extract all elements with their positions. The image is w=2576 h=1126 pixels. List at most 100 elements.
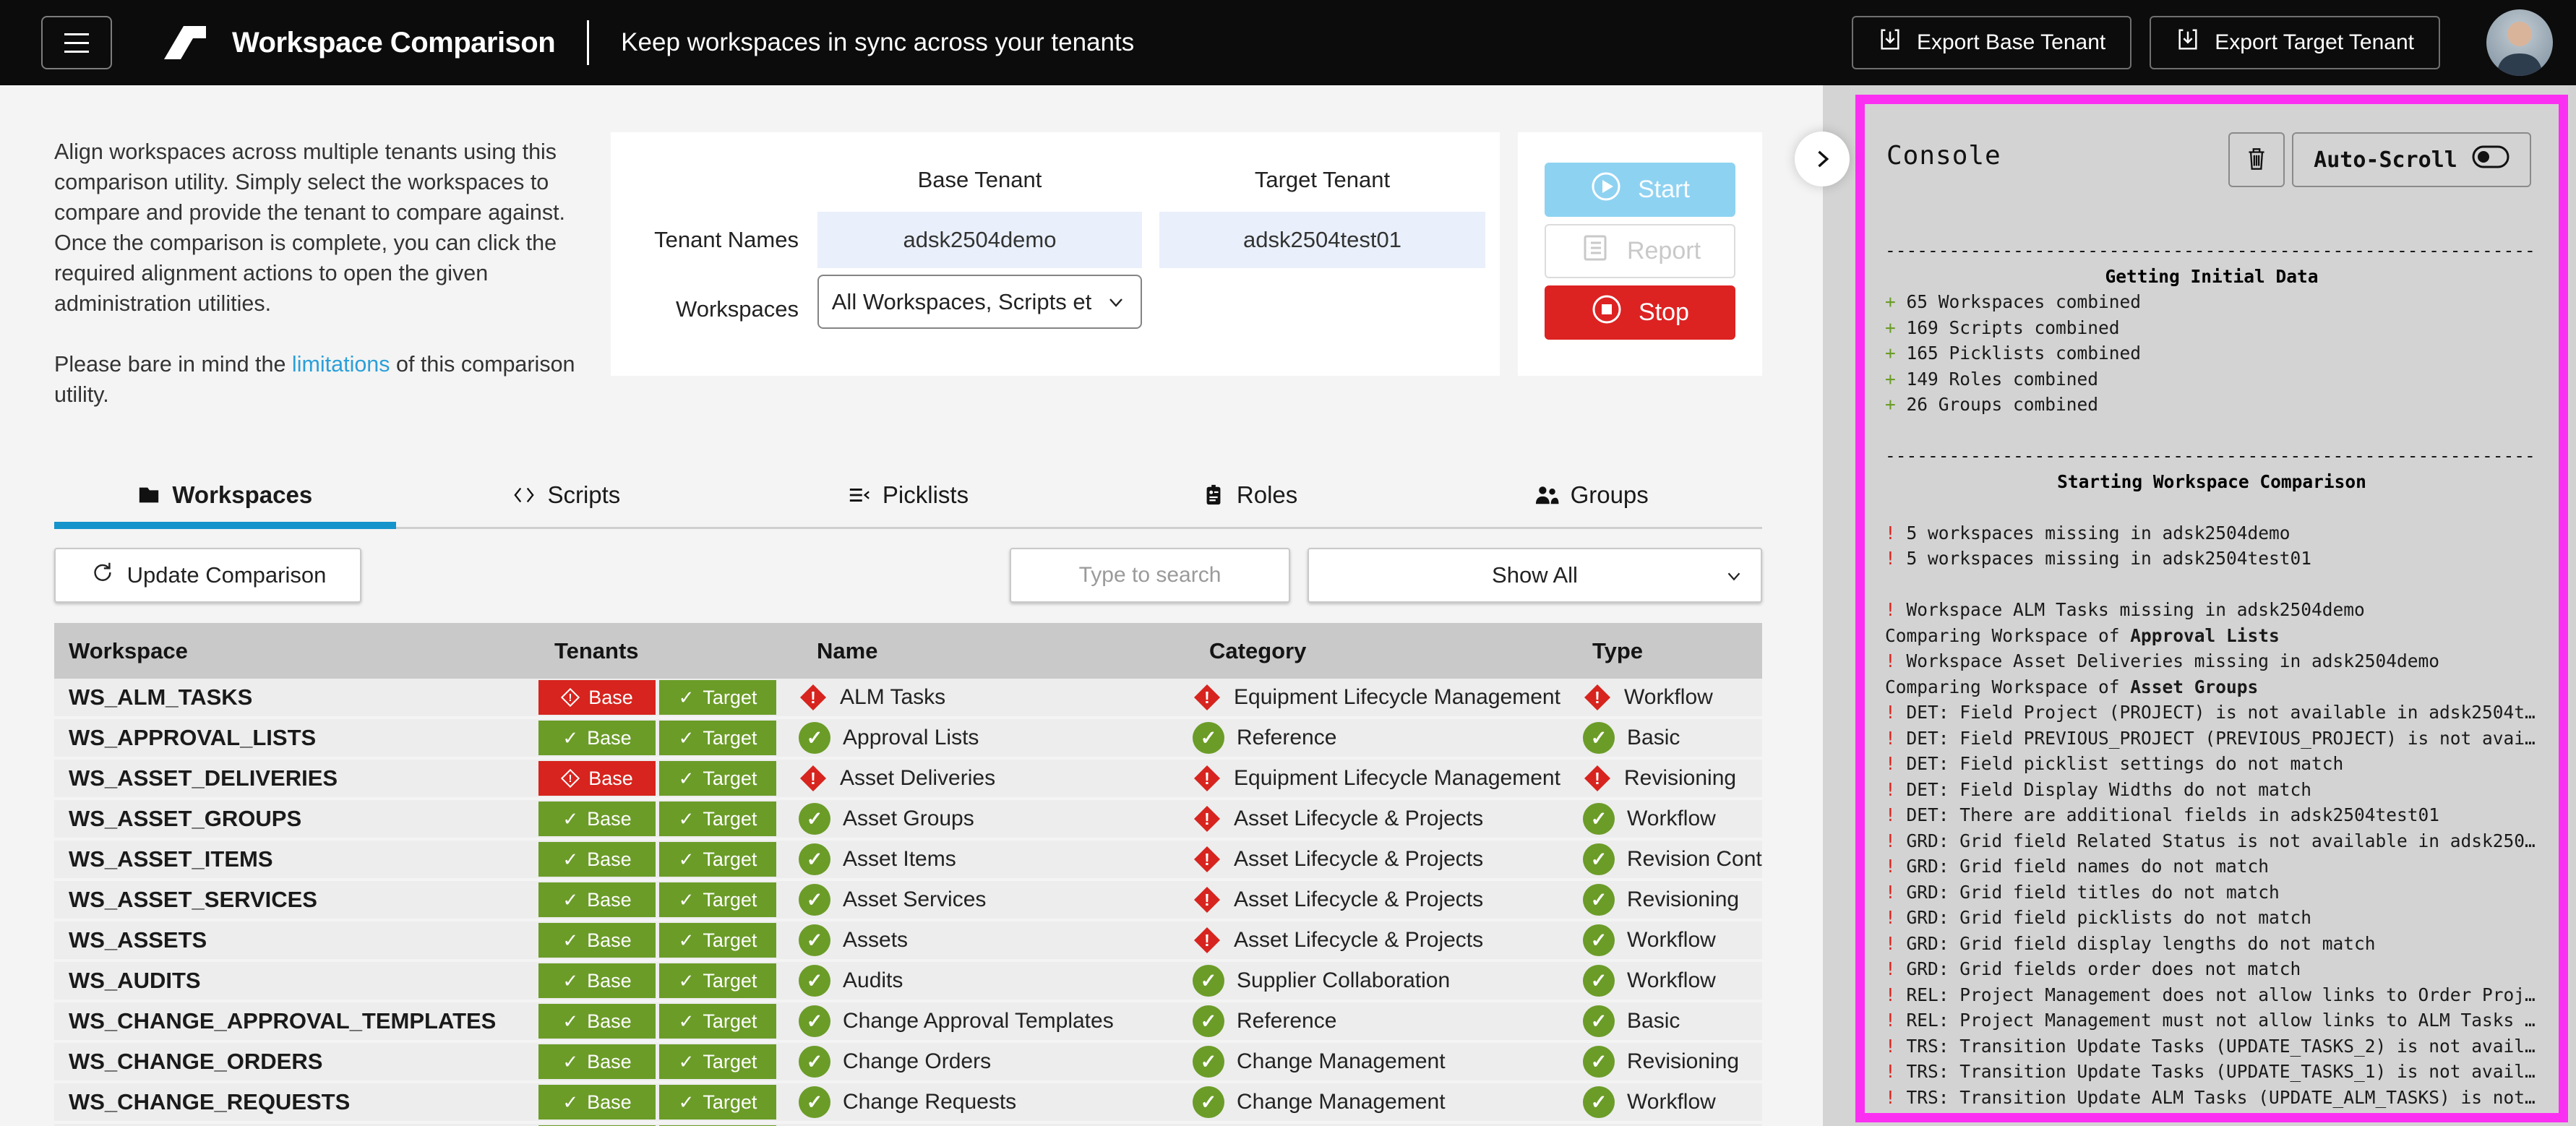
code-icon (512, 484, 536, 507)
ok-check-icon: ✓ (1583, 965, 1615, 997)
workspace-id: WS_CHANGE_REQUESTS (54, 1089, 538, 1115)
chevron-down-icon (1104, 291, 1128, 319)
tab-groups[interactable]: Groups (1420, 468, 1762, 522)
ok-check-icon: ✓ (799, 965, 830, 997)
autodesk-logo-icon (164, 26, 206, 59)
toggle-icon (2472, 145, 2510, 174)
table-row[interactable]: WS_AUDITS✓Base✓Target✓Audits✓Supplier Co… (54, 962, 1762, 1000)
table-row[interactable]: WS_APPROVAL_LISTS✓Base✓Target✓Approval L… (54, 719, 1762, 757)
hamburger-menu-icon[interactable] (41, 16, 112, 69)
table-row[interactable]: WS_CHANGE_APPROVAL_TEMPLATES✓Base✓Target… (54, 1002, 1762, 1040)
console-blank-line (1885, 572, 2538, 598)
chevron-down-icon (1723, 565, 1745, 593)
start-button[interactable]: Start (1545, 163, 1735, 217)
category-cell: ✓Reference (1185, 1005, 1576, 1037)
page-body: Align workspaces across multiple tenants… (0, 85, 2576, 1126)
ok-check-icon: ✓ (799, 803, 830, 835)
list-icon (848, 484, 871, 507)
tab-workspaces[interactable]: Workspaces (54, 468, 396, 522)
intro-paragraph-2: Please bare in mind the limitations of t… (54, 349, 601, 410)
svg-text:!: ! (1204, 769, 1210, 788)
workspace-comparison-table: WorkspaceTenantsNameCategoryType WS_ALM_… (54, 623, 1762, 1126)
intro-paragraph: Align workspaces across multiple tenants… (54, 137, 601, 319)
console-blank-line (1885, 494, 2538, 520)
column-header-tenants: Tenants (538, 638, 784, 664)
name-cell: ✓Change Approval Templates (784, 1005, 1185, 1037)
ok-check-icon: ✓ (799, 1086, 830, 1118)
svg-text:!: ! (1594, 769, 1600, 788)
check-icon: ✓ (679, 808, 695, 830)
tenant-badge-target: ✓Target (659, 923, 776, 958)
ok-check-icon: ✓ (799, 843, 830, 875)
table-row[interactable]: WS_ALM_TASKS!Base✓Target!ALM Tasks!Equip… (54, 679, 1762, 716)
download-icon (2176, 27, 2200, 58)
search-input[interactable] (1010, 548, 1290, 603)
update-comparison-button[interactable]: Update Comparison (54, 548, 361, 603)
table-row[interactable]: WS_ASSET_GROUPS✓Base✓Target✓Asset Groups… (54, 800, 1762, 838)
svg-text:!: ! (810, 688, 816, 707)
tenant-badge-base: !Base (538, 680, 656, 715)
stop-button[interactable]: Stop (1545, 285, 1735, 340)
tenant-badge-base: ✓Base (538, 882, 656, 917)
error-diamond-icon: ! (1583, 764, 1612, 793)
type-cell: ✓Workflow (1576, 965, 1762, 997)
ok-check-icon: ✓ (1193, 1046, 1224, 1078)
tenant-badge-base: !Base (538, 761, 656, 796)
workspace-id: WS_ASSET_SERVICES (54, 887, 538, 913)
table-row[interactable]: WS_ASSETS✓Base✓Target✓Assets!Asset Lifec… (54, 921, 1762, 959)
tab-row: WorkspacesScriptsPicklistsRolesGroups (54, 468, 1762, 522)
console-log[interactable]: ----------------------------------------… (1885, 238, 2538, 1113)
table-row[interactable]: WS_CHANGE_REQUESTS✓Base✓Target✓Change Re… (54, 1083, 1762, 1121)
svg-text:!: ! (569, 773, 572, 785)
scrollbar-track[interactable] (2568, 85, 2576, 1126)
target-tenant-input[interactable]: adsk2504test01 (1159, 212, 1485, 268)
collapse-console-button[interactable] (1795, 132, 1850, 186)
type-cell: ✓Workflow (1576, 803, 1762, 835)
workspace-id: WS_AUDITS (54, 968, 538, 994)
type-cell: ✓Revisioning (1576, 884, 1762, 916)
check-icon: ✓ (679, 1010, 695, 1033)
actions-card: Start Report Stop (1518, 132, 1762, 376)
table-row[interactable]: WS_ASSET_ITEMS✓Base✓Target✓Asset Items!A… (54, 841, 1762, 878)
table-row[interactable]: WS_ASSET_SERVICES✓Base✓Target✓Asset Serv… (54, 881, 1762, 919)
console-log-line: ! 5 workspaces missing in adsk2504test01 (1885, 546, 2538, 572)
type-cell: !Workflow (1576, 683, 1762, 712)
category-cell: !Equipment Lifecycle Management (1185, 683, 1576, 712)
auto-scroll-toggle[interactable]: Auto-Scroll (2292, 132, 2531, 187)
header-divider (587, 20, 589, 65)
ok-check-icon: ✓ (1193, 1086, 1224, 1118)
workspaces-select[interactable]: All Workspaces, Scripts et (817, 275, 1142, 329)
name-cell: ✓Change Requests (784, 1086, 1185, 1118)
base-tenant-input[interactable]: adsk2504demo (817, 212, 1142, 268)
export-base-tenant-button[interactable]: Export Base Tenant (1852, 16, 2131, 69)
export-target-tenant-button[interactable]: Export Target Tenant (2150, 16, 2440, 69)
console-log-line: ! GRD: Grid field display lengths do not… (1885, 931, 2538, 957)
ok-check-icon: ✓ (1193, 1005, 1224, 1037)
panel-divider-strip (1823, 85, 1855, 1126)
stop-icon (1591, 293, 1623, 332)
type-cell: ✓Basic (1576, 1005, 1762, 1037)
console-log-line: + 26 Groups combined (1885, 392, 2538, 418)
name-cell: !Asset Deliveries (784, 764, 1185, 793)
user-avatar[interactable] (2486, 9, 2553, 76)
console-log-line: ! REL: Project Management does not allow… (1885, 982, 2538, 1008)
error-diamond-icon: ! (1193, 764, 1222, 793)
ok-check-icon: ✓ (1583, 884, 1615, 916)
filter-select[interactable]: Show All (1308, 548, 1762, 603)
check-icon: ✓ (562, 1051, 578, 1073)
report-button[interactable]: Report (1545, 224, 1735, 278)
check-icon: ✓ (562, 1010, 578, 1033)
trash-icon (2243, 145, 2270, 175)
tab-picklists[interactable]: Picklists (737, 468, 1079, 522)
clear-console-button[interactable] (2228, 132, 2285, 187)
tab-scripts[interactable]: Scripts (396, 468, 738, 522)
table-row[interactable]: WS_CHANGE_ORDERS✓Base✓Target✓Change Orde… (54, 1043, 1762, 1080)
workspace-id: WS_APPROVAL_LISTS (54, 725, 538, 751)
ok-check-icon: ✓ (1583, 722, 1615, 754)
limitations-link[interactable]: limitations (292, 352, 390, 377)
tab-roles[interactable]: Roles (1079, 468, 1421, 522)
console-separator: ----------------------------------------… (1885, 443, 2538, 469)
table-row[interactable]: WS_ASSET_DELIVERIES!Base✓Target!Asset De… (54, 760, 1762, 797)
console-log-line: ! DET: Field Display Widths do not match (1885, 777, 2538, 803)
table-header: WorkspaceTenantsNameCategoryType (54, 623, 1762, 679)
